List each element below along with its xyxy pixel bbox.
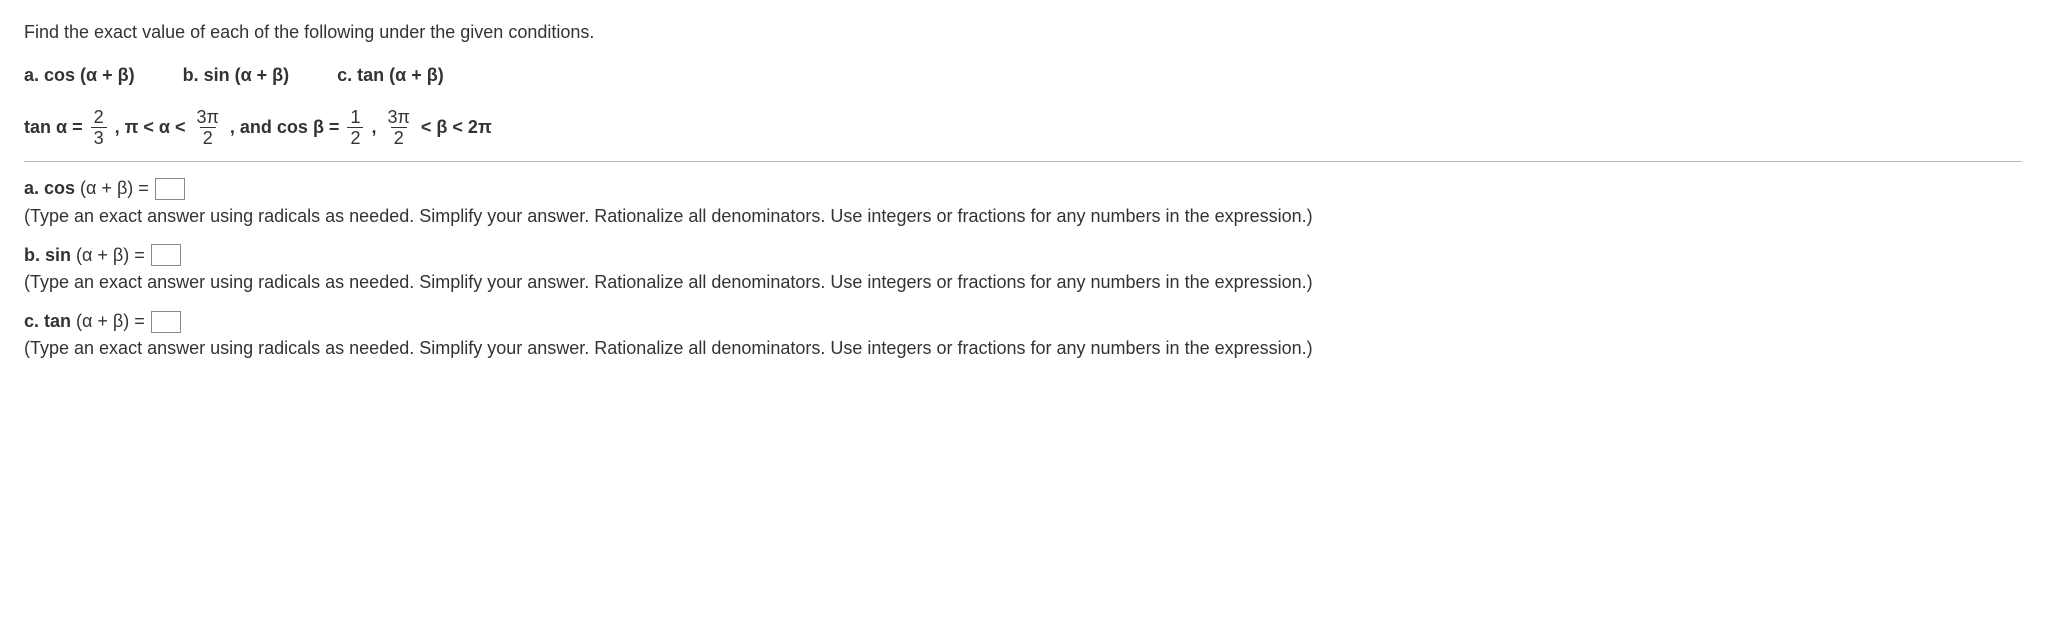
answer-block-c: c. tan (α + β) = (Type an exact answer u… <box>24 309 2022 361</box>
part-a-label: a. cos (α + β) <box>24 63 135 88</box>
answer-line-a: a. cos (α + β) = <box>24 176 2022 201</box>
alpha-range-start: , π < α < <box>115 115 186 140</box>
frac1-num: 2 <box>91 108 107 127</box>
answer-c-input[interactable] <box>151 311 181 333</box>
part-b-label: b. sin (α + β) <box>183 63 290 88</box>
answer-c-prefix: c. tan (α + β) = <box>24 309 145 334</box>
given-conditions: tan α = 2 3 , π < α < 3π 2 , and cos β =… <box>24 108 2022 147</box>
frac4-den: 2 <box>391 127 407 147</box>
part-c-label: c. tan (α + β) <box>337 63 444 88</box>
answer-b-prefix: b. sin (α + β) = <box>24 243 145 268</box>
answer-a-instruction: (Type an exact answer using radicals as … <box>24 204 2022 229</box>
problem-statement: Find the exact value of each of the foll… <box>24 20 2022 45</box>
answer-b-input[interactable] <box>151 244 181 266</box>
frac2-den: 2 <box>200 127 216 147</box>
frac3-den: 2 <box>347 127 363 147</box>
answer-block-a: a. cos (α + β) = (Type an exact answer u… <box>24 176 2022 228</box>
answer-b-instruction: (Type an exact answer using radicals as … <box>24 270 2022 295</box>
parts-row: a. cos (α + β) b. sin (α + β) c. tan (α … <box>24 63 2022 88</box>
beta-range-end: < β < 2π <box>421 115 492 140</box>
frac1-den: 3 <box>91 127 107 147</box>
answer-a-input[interactable] <box>155 178 185 200</box>
answer-block-b: b. sin (α + β) = (Type an exact answer u… <box>24 243 2022 295</box>
frac4-num: 3π <box>384 108 412 127</box>
answer-line-b: b. sin (α + β) = <box>24 243 2022 268</box>
frac3-num: 1 <box>347 108 363 127</box>
answer-c-instruction: (Type an exact answer using radicals as … <box>24 336 2022 361</box>
answer-a-prefix: a. cos (α + β) = <box>24 176 149 201</box>
fraction-3pi-2-b: 3π 2 <box>384 108 412 147</box>
comma2: , <box>371 115 376 140</box>
and-cos-beta: , and cos β = <box>230 115 340 140</box>
fraction-1-2: 1 2 <box>347 108 363 147</box>
divider <box>24 161 2022 162</box>
fraction-3pi-2-a: 3π 2 <box>193 108 221 147</box>
tan-alpha-eq: tan α = <box>24 115 83 140</box>
fraction-2-3: 2 3 <box>91 108 107 147</box>
answer-line-c: c. tan (α + β) = <box>24 309 2022 334</box>
frac2-num: 3π <box>193 108 221 127</box>
